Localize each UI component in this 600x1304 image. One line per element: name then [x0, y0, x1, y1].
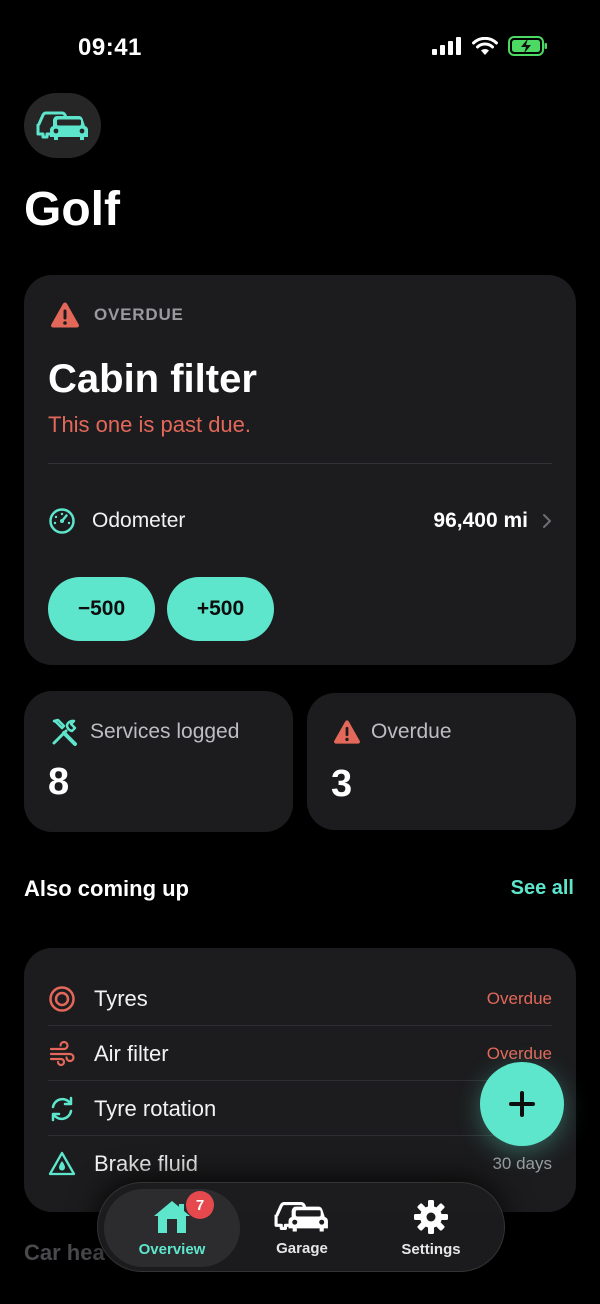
overdue-count-header: Overdue: [333, 719, 452, 745]
decrease-odometer-button[interactable]: −500: [48, 577, 155, 641]
add-service-button[interactable]: [480, 1062, 564, 1146]
target-icon: [49, 985, 75, 1012]
odometer-row[interactable]: Odometer 96,400 mi: [48, 501, 552, 541]
tab-settings[interactable]: Settings: [386, 1189, 476, 1267]
tab-bar: Overview 7 Garage Settings: [97, 1182, 505, 1272]
status-bar: 09:41: [0, 0, 600, 96]
page-title: Golf: [24, 183, 120, 236]
status-icons: [432, 36, 548, 56]
tab-garage[interactable]: Garage: [258, 1189, 346, 1267]
services-logged-card[interactable]: Services logged 8: [24, 691, 293, 832]
divider: [48, 463, 552, 464]
list-item[interactable]: Air filter Overdue: [48, 1026, 552, 1081]
wifi-icon: [472, 36, 498, 55]
overdue-badge: OVERDUE: [50, 301, 184, 329]
status-time: 09:41: [78, 34, 142, 61]
odometer-label: Odometer: [92, 509, 186, 532]
tools-icon: [52, 718, 77, 746]
service-status-text: This one is past due.: [48, 412, 252, 437]
coming-up-title: Also coming up: [24, 876, 189, 901]
vehicle-switcher-button[interactable]: [24, 93, 101, 158]
overdue-badge-label: OVERDUE: [94, 305, 184, 324]
signal-icon: [432, 37, 461, 55]
increase-odometer-button[interactable]: +500: [167, 577, 274, 641]
list-item[interactable]: Tyres Overdue: [48, 971, 552, 1026]
cars-icon: [274, 1201, 328, 1232]
services-logged-label: Services logged: [90, 720, 240, 743]
gear-icon: [414, 1199, 448, 1234]
wind-icon: [49, 1040, 75, 1066]
chevron-right-icon: [543, 514, 551, 528]
fluid-warning-icon: [48, 1151, 76, 1175]
tab-overview-label: Overview: [138, 1240, 206, 1258]
rotate-icon: [51, 1096, 73, 1121]
tab-overview[interactable]: Overview 7: [104, 1189, 240, 1267]
services-logged-header: Services logged: [50, 717, 239, 747]
service-title: Cabin filter: [48, 357, 257, 401]
odometer-value: 96,400 mi: [433, 509, 528, 532]
warning-icon: [334, 720, 360, 744]
list-item-label: Air filter: [94, 1040, 169, 1066]
overdue-count-card[interactable]: Overdue 3: [307, 693, 576, 830]
warning-icon: [51, 302, 79, 328]
tab-garage-label: Garage: [276, 1239, 328, 1257]
overdue-count-label: Overdue: [371, 720, 452, 743]
gauge-icon: [49, 508, 75, 534]
overdue-service-card[interactable]: OVERDUE Cabin filter This one is past du…: [24, 275, 576, 665]
services-logged-value: 8: [48, 761, 70, 803]
overdue-count-value: 3: [331, 763, 353, 805]
notification-badge: 7: [186, 1191, 214, 1219]
list-item-status: Overdue: [486, 1043, 552, 1063]
plus-icon: [509, 1091, 535, 1117]
see-all-link[interactable]: See all: [511, 877, 574, 900]
list-item-status: Overdue: [486, 988, 552, 1008]
list-item[interactable]: Tyre rotation: [48, 1081, 552, 1136]
battery-charging-icon: [508, 36, 547, 56]
list-item-label: Tyres: [94, 985, 148, 1011]
cars-icon: [36, 111, 88, 140]
list-item-status: 30 days: [492, 1153, 552, 1173]
car-health-title: Car hea: [24, 1240, 105, 1265]
list-item-label: Brake fluid: [94, 1150, 198, 1176]
tab-settings-label: Settings: [401, 1240, 461, 1258]
